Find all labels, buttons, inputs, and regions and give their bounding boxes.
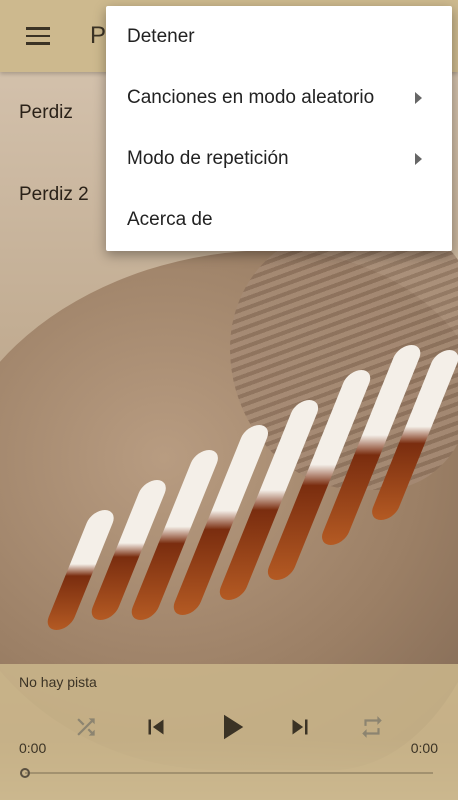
menu-item-label: Detener bbox=[127, 25, 195, 47]
seek-thumb[interactable] bbox=[20, 768, 30, 778]
overflow-menu: Detener Canciones en modo aleatorio Modo… bbox=[106, 6, 452, 251]
app-title: P bbox=[90, 22, 107, 49]
repeat-button[interactable] bbox=[352, 702, 392, 752]
skip-next-icon bbox=[292, 719, 308, 735]
hamburger-menu-icon[interactable] bbox=[10, 8, 66, 64]
menu-item-label: Canciones en modo aleatorio bbox=[127, 86, 375, 108]
menu-item-repeat-mode[interactable]: Modo de repetición bbox=[106, 128, 452, 189]
skip-previous-icon bbox=[148, 719, 164, 735]
repeat-icon bbox=[362, 716, 382, 738]
menu-item-shuffle-mode[interactable]: Canciones en modo aleatorio bbox=[106, 67, 452, 128]
playback-controls bbox=[0, 702, 458, 752]
shuffle-button[interactable] bbox=[66, 702, 106, 752]
menu-item-label: Acerca de bbox=[127, 208, 213, 230]
menu-item-stop[interactable]: Detener bbox=[106, 6, 452, 67]
submenu-arrow-icon bbox=[415, 91, 422, 104]
track-label: Perdiz 2 bbox=[19, 184, 89, 205]
duration-time: 0:00 bbox=[410, 740, 438, 756]
shuffle-icon bbox=[77, 718, 95, 736]
play-icon bbox=[224, 714, 244, 740]
menu-item-about[interactable]: Acerca de bbox=[106, 189, 452, 250]
now-playing-label: No hay pista bbox=[19, 674, 97, 690]
previous-button[interactable] bbox=[136, 702, 176, 752]
seek-bar[interactable] bbox=[25, 772, 433, 774]
play-button[interactable] bbox=[206, 702, 256, 752]
menu-item-label: Modo de repetición bbox=[127, 147, 289, 169]
submenu-arrow-icon bbox=[415, 152, 422, 165]
next-button[interactable] bbox=[280, 702, 320, 752]
player-panel: No hay pista 0:00 0:00 bbox=[0, 664, 458, 800]
track-label: Perdiz bbox=[19, 102, 73, 123]
elapsed-time: 0:00 bbox=[19, 740, 47, 756]
